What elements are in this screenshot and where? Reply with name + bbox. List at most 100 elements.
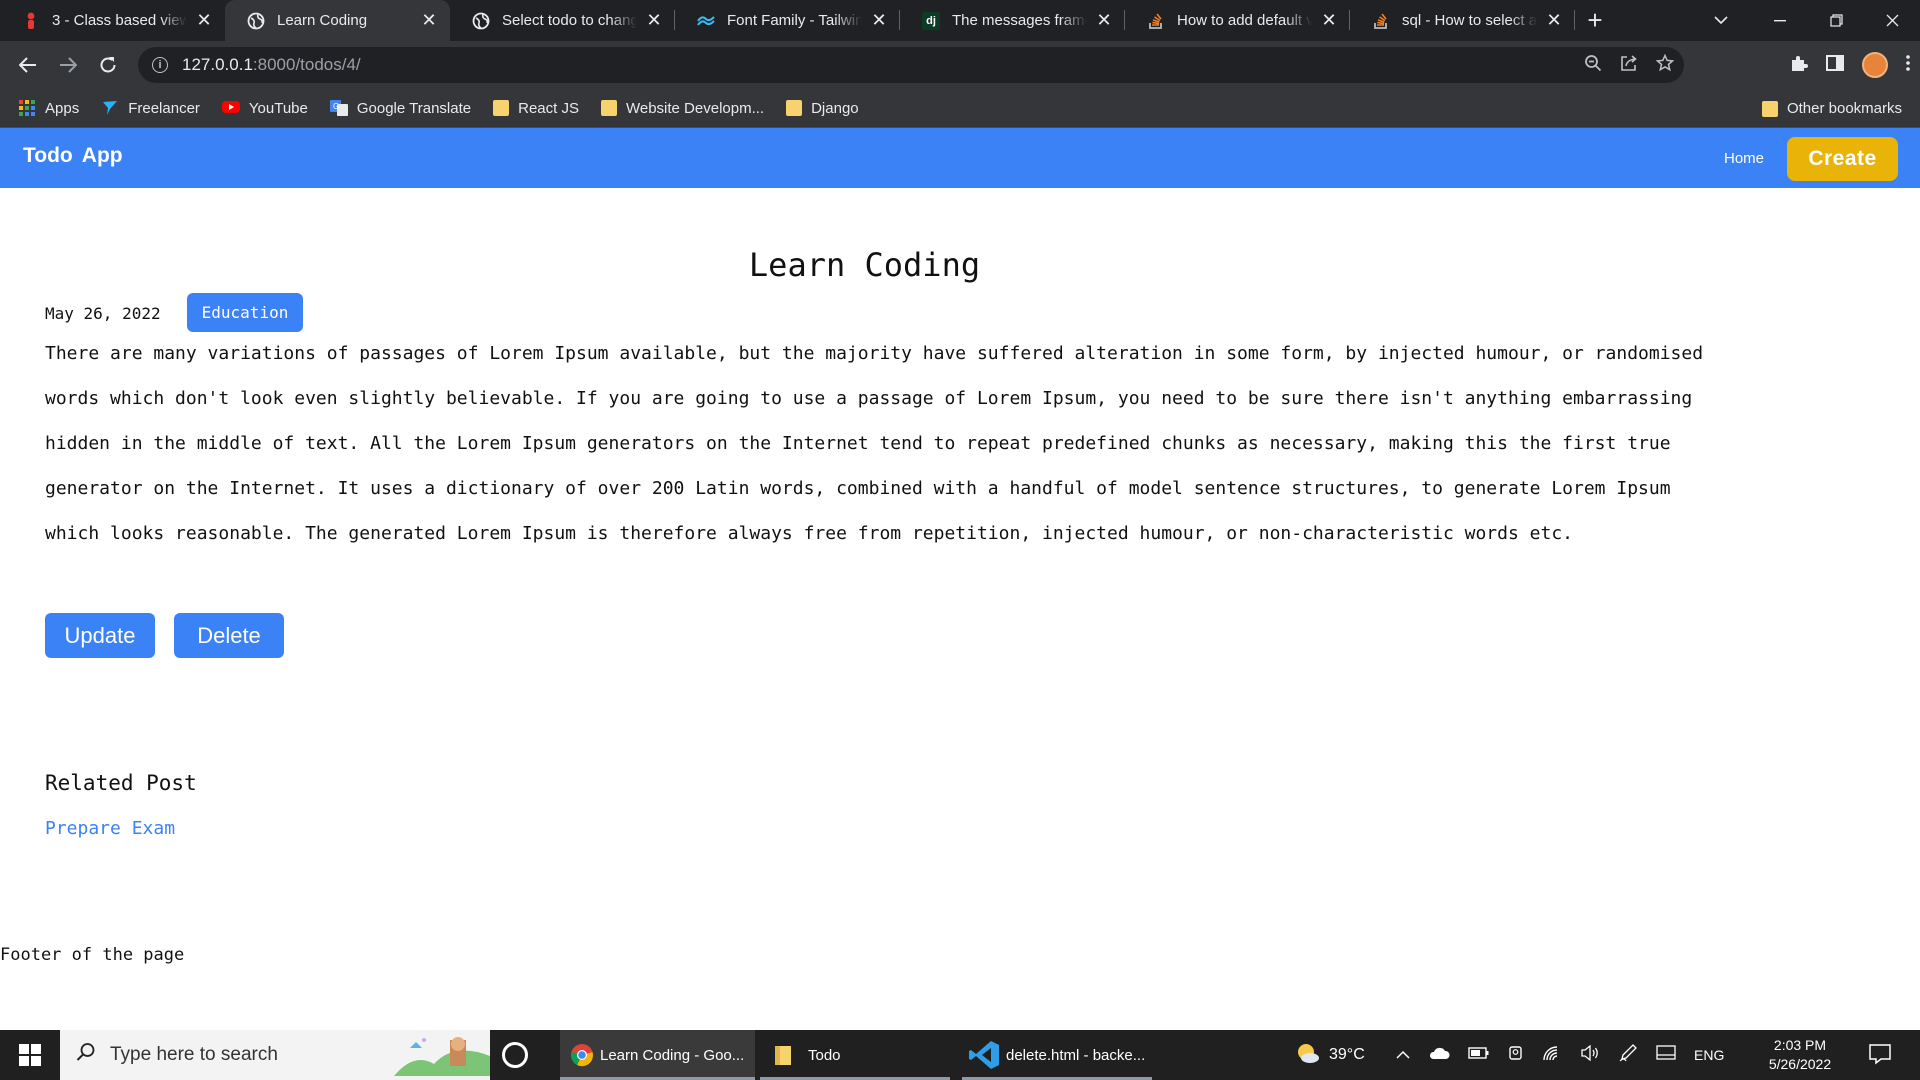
home-link[interactable]: Home xyxy=(1724,150,1764,167)
profile-avatar[interactable] xyxy=(1862,52,1888,78)
onedrive-cloud-icon[interactable] xyxy=(1428,1046,1450,1065)
search-highlight-illustration xyxy=(394,1034,490,1076)
touch-keyboard-icon[interactable] xyxy=(1656,1044,1676,1066)
bookmark-folder-website[interactable]: Website Developm... xyxy=(600,99,765,117)
close-tab-icon[interactable]: ✕ xyxy=(420,10,438,31)
tab-title: 3 - Class based views xyxy=(52,12,187,29)
side-panel-icon[interactable] xyxy=(1826,54,1844,76)
bookmark-apps[interactable]: Apps xyxy=(18,100,79,117)
bookmark-label: Website Developm... xyxy=(625,99,765,117)
brand-link[interactable]: Todo App xyxy=(23,144,123,168)
browser-tab[interactable]: Font Family - Tailwind ✕ xyxy=(675,0,900,41)
tailwind-icon xyxy=(697,12,715,30)
notifications-icon[interactable] xyxy=(1868,1042,1892,1066)
bookmark-youtube[interactable]: YouTube xyxy=(221,100,308,117)
reload-icon[interactable] xyxy=(88,45,128,85)
browser-tab[interactable]: dj The messages framew ✕ xyxy=(900,0,1125,41)
weather-temperature: 39°C xyxy=(1329,1046,1365,1063)
taskbar-item-chrome[interactable]: Learn Coding - Goo... xyxy=(560,1030,755,1080)
taskbar-item-explorer[interactable]: Todo xyxy=(760,1030,950,1080)
other-bookmarks-label: Other bookmarks xyxy=(1786,100,1902,117)
tab-title: sql - How to select a r xyxy=(1402,12,1537,29)
browser-tab[interactable]: How to add default v ✕ xyxy=(1125,0,1350,41)
tab-search-chevron-icon[interactable] xyxy=(1706,0,1736,41)
taskbar-item-label: delete.html - backe... xyxy=(1006,1046,1146,1064)
bookmark-google-translate[interactable]: G Google Translate xyxy=(329,99,472,117)
volume-speaker-icon[interactable] xyxy=(1580,1044,1600,1066)
close-tab-icon[interactable]: ✕ xyxy=(1320,10,1338,31)
browser-tab[interactable]: 3 - Class based views ✕ xyxy=(0,0,225,41)
delete-button[interactable]: Delete xyxy=(174,613,284,658)
other-bookmarks[interactable]: Other bookmarks xyxy=(1761,89,1902,128)
toolbar-right xyxy=(1790,41,1910,89)
post-body: There are many variations of passages of… xyxy=(45,343,1704,544)
tab-title: The messages framew xyxy=(952,12,1087,29)
bookmark-freelancer[interactable]: Freelancer xyxy=(101,100,200,117)
search-placeholder: Type here to search xyxy=(110,1044,278,1065)
svg-text:G: G xyxy=(333,102,339,111)
create-button[interactable]: Create xyxy=(1787,137,1898,181)
weather-widget[interactable]: 39°C xyxy=(1295,1030,1365,1080)
red-figure-icon xyxy=(22,12,40,30)
share-icon[interactable] xyxy=(1620,54,1638,77)
tab-title: Select todo to change xyxy=(502,12,637,29)
new-tab-plus-icon[interactable]: + xyxy=(1575,0,1615,41)
close-window-icon[interactable] xyxy=(1864,0,1920,41)
show-hidden-icons-chevron-icon[interactable] xyxy=(1396,1046,1410,1064)
browser-tab[interactable]: Select todo to change ✕ xyxy=(450,0,675,41)
folder-icon xyxy=(600,100,617,116)
partly-sunny-icon xyxy=(1295,1042,1321,1069)
search-icon xyxy=(76,1042,96,1068)
update-button[interactable]: Update xyxy=(45,613,155,658)
taskbar-search-input[interactable]: Type here to search xyxy=(60,1030,490,1080)
url-host: 127.0.0.1 xyxy=(182,55,253,74)
browser-tab-active[interactable]: Learn Coding ✕ xyxy=(225,0,450,41)
extensions-puzzle-icon[interactable] xyxy=(1790,54,1808,77)
back-arrow-icon[interactable] xyxy=(8,45,48,85)
task-view-circle-icon[interactable] xyxy=(502,1042,528,1068)
restore-icon[interactable] xyxy=(1808,0,1864,41)
folder-icon xyxy=(786,100,803,116)
bookmark-star-icon[interactable] xyxy=(1655,53,1675,77)
meet-now-icon[interactable] xyxy=(1508,1044,1524,1067)
close-tab-icon[interactable]: ✕ xyxy=(645,10,663,31)
vscode-icon xyxy=(968,1040,1000,1070)
windows-taskbar: Type here to search Learn Coding - Goo..… xyxy=(0,1030,1920,1080)
youtube-icon xyxy=(221,100,240,116)
close-tab-icon[interactable]: ✕ xyxy=(1545,10,1563,31)
taskbar-item-vscode[interactable]: delete.html - backe... xyxy=(962,1030,1152,1080)
category-badge[interactable]: Education xyxy=(187,293,303,332)
battery-icon[interactable] xyxy=(1468,1046,1490,1064)
close-tab-icon[interactable]: ✕ xyxy=(870,10,888,31)
bookmark-label: Apps xyxy=(45,99,80,117)
address-bar[interactable]: i 127.0.0.1:8000/todos/4/ xyxy=(138,47,1684,83)
close-tab-icon[interactable]: ✕ xyxy=(1095,10,1113,31)
more-menu-icon[interactable] xyxy=(1906,54,1910,77)
tab-separator xyxy=(1574,10,1575,30)
pen-ink-icon[interactable] xyxy=(1618,1043,1638,1068)
bookmark-folder-react[interactable]: React JS xyxy=(493,100,579,117)
forward-arrow-icon[interactable] xyxy=(48,45,88,85)
close-tab-icon[interactable]: ✕ xyxy=(195,10,213,31)
browser-tab[interactable]: sql - How to select a r ✕ xyxy=(1350,0,1575,41)
zoom-magnifier-icon[interactable] xyxy=(1584,54,1602,77)
translate-icon: G xyxy=(329,100,348,116)
bookmark-label: Google Translate xyxy=(356,99,472,117)
related-post-link[interactable]: Prepare Exam xyxy=(45,818,175,839)
folder-icon xyxy=(493,100,510,116)
clock-date: 5/26/2022 xyxy=(1768,1056,1832,1072)
bookmark-folder-django[interactable]: Django xyxy=(786,100,859,117)
system-tray-icons: ENG xyxy=(1396,1030,1724,1080)
minimize-icon[interactable] xyxy=(1752,0,1808,41)
input-language[interactable]: ENG xyxy=(1694,1047,1724,1063)
folder-icon xyxy=(1761,100,1778,117)
wifi-icon[interactable] xyxy=(1542,1045,1562,1066)
taskbar-clock[interactable]: 2:03 PM 5/26/2022 xyxy=(1760,1036,1840,1074)
chrome-icon xyxy=(570,1043,594,1067)
windows-start-icon[interactable] xyxy=(0,1030,60,1080)
post-date: May 26, 2022 xyxy=(45,304,161,323)
related-post-heading: Related Post xyxy=(45,771,197,795)
taskbar-item-label: Learn Coding - Goo... xyxy=(600,1046,745,1064)
site-info-icon[interactable]: i xyxy=(152,57,168,73)
bookmark-label: Django xyxy=(811,99,859,117)
